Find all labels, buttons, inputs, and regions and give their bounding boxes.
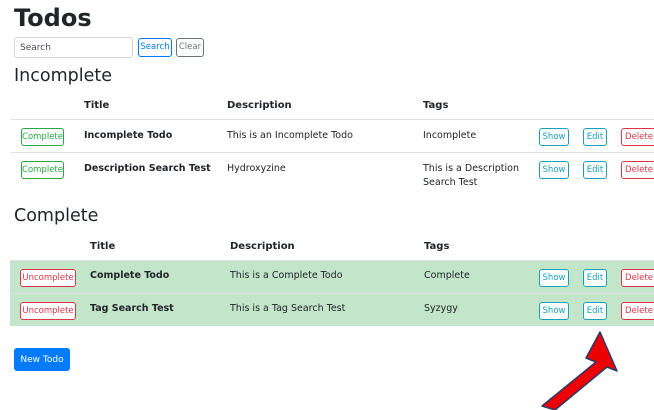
todo-tags: This is a Description Search Test: [423, 163, 519, 188]
search-button[interactable]: Search: [138, 38, 172, 57]
delete-button[interactable]: Delete: [621, 302, 654, 320]
clear-button[interactable]: Clear: [176, 38, 204, 57]
search-input[interactable]: [14, 37, 133, 58]
todo-description: Hydroxyzine: [227, 163, 286, 174]
complete-button[interactable]: Complete: [21, 161, 64, 179]
page-title: Todos: [14, 4, 92, 32]
show-button[interactable]: Show: [539, 161, 569, 179]
todo-title: Incomplete Todo: [84, 130, 173, 141]
show-button[interactable]: Show: [539, 128, 569, 146]
column-header-title: Title: [90, 241, 116, 252]
todo-title: Description Search Test: [84, 163, 211, 174]
delete-button[interactable]: Delete: [621, 269, 654, 287]
todo-description: This is a Tag Search Test: [230, 303, 346, 314]
edit-button[interactable]: Edit: [583, 128, 607, 146]
complete-button[interactable]: Complete: [21, 128, 64, 146]
column-header-tags: Tags: [424, 241, 450, 252]
todo-tags: Syzygy: [424, 303, 458, 314]
table-row: Complete Description Search Test Hydroxy…: [10, 152, 654, 194]
todo-description: This is a Complete Todo: [230, 270, 343, 281]
delete-button[interactable]: Delete: [621, 128, 654, 146]
todo-description: This is an Incomplete Todo: [227, 130, 353, 141]
show-button[interactable]: Show: [539, 302, 569, 320]
new-todo-button[interactable]: New Todo: [14, 348, 70, 371]
red-arrow-icon: [541, 331, 618, 410]
todo-tags: Incomplete: [423, 130, 477, 141]
uncomplete-button[interactable]: Uncomplete: [20, 269, 76, 287]
complete-heading: Complete: [14, 206, 99, 226]
edit-button[interactable]: Edit: [583, 161, 607, 179]
todo-tags: Complete: [424, 270, 470, 281]
column-header-tags: Tags: [423, 100, 449, 111]
table-row: Complete Incomplete Todo This is an Inco…: [10, 119, 654, 152]
show-button[interactable]: Show: [539, 269, 569, 287]
column-header-title: Title: [84, 100, 110, 111]
delete-button[interactable]: Delete: [621, 161, 654, 179]
table-row: Uncomplete Complete Todo This is a Compl…: [10, 260, 654, 293]
todo-title: Tag Search Test: [90, 303, 174, 314]
edit-button[interactable]: Edit: [583, 302, 607, 320]
edit-button[interactable]: Edit: [583, 269, 607, 287]
todo-title: Complete Todo: [90, 270, 170, 281]
column-header-description: Description: [230, 241, 295, 252]
column-header-description: Description: [227, 100, 292, 111]
uncomplete-button[interactable]: Uncomplete: [20, 302, 76, 320]
incomplete-heading: Incomplete: [14, 66, 112, 86]
